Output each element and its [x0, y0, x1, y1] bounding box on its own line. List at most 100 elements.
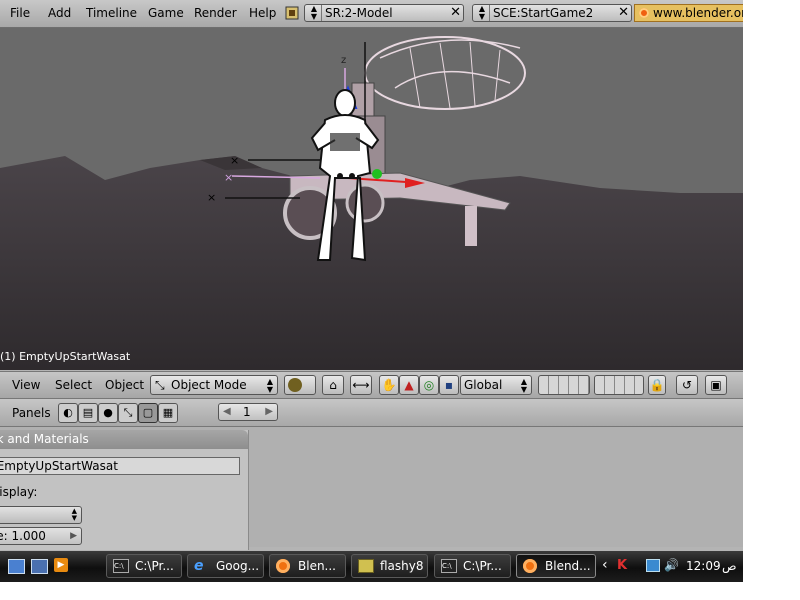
- ie-icon: e: [194, 558, 204, 574]
- 3d-view-header: View Select Object ⤡ Object Mode ▲ ▼ ⌂ ⟷ …: [0, 371, 743, 399]
- volume-icon[interactable]: 🔊: [664, 559, 679, 572]
- website-text[interactable]: www.blender.org: [653, 6, 743, 20]
- circle-icon: ◎: [423, 378, 435, 392]
- shading-context-icon[interactable]: ●: [98, 403, 118, 423]
- context-buttons: ◐ ▤ ● ⤡ ▢ ▦: [58, 403, 178, 423]
- explorer-icon[interactable]: [31, 559, 48, 574]
- translate-button[interactable]: ✋: [379, 375, 399, 395]
- z-axis-label: z: [341, 55, 346, 66]
- menu-help[interactable]: Help: [249, 6, 276, 20]
- svg-text:×: ×: [207, 191, 216, 204]
- taskbar: ▶ C:\ C:\Pr... e Goog... Blen... flashy8…: [0, 551, 743, 582]
- screen-delete-icon[interactable]: ✕: [450, 5, 461, 21]
- clock-period: ص: [722, 559, 737, 573]
- menu-select[interactable]: Select: [55, 378, 92, 392]
- blender-window: File Add Timeline Game Render Help ▲ ▼ SR…: [0, 0, 743, 582]
- scale-button[interactable]: ◎: [419, 375, 439, 395]
- manipulator-icon: ⟷: [352, 378, 370, 392]
- taskbar-item-flashy[interactable]: flashy8: [351, 554, 428, 578]
- layer-buttons-right[interactable]: [594, 375, 644, 395]
- screen-browse-icon[interactable]: ▲ ▼: [307, 5, 322, 21]
- network-icon[interactable]: [646, 559, 660, 572]
- antivirus-icon[interactable]: K: [617, 559, 631, 572]
- frame-number-field[interactable]: ◀ 1 ▶: [218, 403, 278, 421]
- square-icon: ▪: [444, 378, 454, 392]
- mode-value[interactable]: Object Mode: [171, 378, 247, 392]
- manipulator-toggle[interactable]: ⟷: [350, 375, 372, 395]
- frame-decrement-icon[interactable]: ◀: [223, 404, 231, 420]
- blender-website-link[interactable]: www.blender.org: [634, 4, 743, 22]
- main-menu-bar: File Add Timeline Game Render Help ▲ ▼ SR…: [0, 0, 743, 28]
- taskbar-item-blender-active[interactable]: Blend...: [516, 554, 596, 578]
- script-context-icon[interactable]: ▤: [78, 403, 98, 423]
- taskbar-item-blender-1[interactable]: Blen...: [269, 554, 346, 578]
- clock[interactable]: 12:09: [686, 559, 721, 573]
- object-name-field[interactable]: OB:EmptyUpStartWasat: [0, 457, 240, 475]
- triangle-icon: ▲: [404, 378, 414, 392]
- active-object-name: (1) EmptyUpStartWasat: [0, 350, 131, 363]
- cmd-icon: C:\: [113, 559, 129, 573]
- draw-type-selector[interactable]: [284, 375, 316, 395]
- menu-timeline[interactable]: Timeline: [86, 6, 137, 20]
- menu-file[interactable]: File: [10, 6, 30, 20]
- menu-view[interactable]: View: [12, 378, 40, 392]
- scene-render[interactable]: × × × z: [0, 28, 743, 370]
- scene-selector[interactable]: ▲ ▼ SCE:StartGame2 ✕: [472, 4, 632, 22]
- screen-icon[interactable]: [285, 6, 299, 20]
- scene-context-icon[interactable]: ▦: [158, 403, 178, 423]
- screen-name-input[interactable]: SR:2-Model: [325, 5, 393, 21]
- cmd-icon: C:\: [441, 559, 457, 573]
- mode-dropdown-icon: ▲ ▼: [266, 377, 273, 394]
- panels-label[interactable]: Panels: [12, 406, 51, 420]
- scene-delete-icon[interactable]: ✕: [618, 5, 629, 21]
- tray-expand-icon[interactable]: ‹: [602, 557, 608, 573]
- draw-type-dropdown-icon: ▲ ▼: [71, 507, 77, 522]
- svg-text:×: ×: [224, 171, 233, 184]
- blender-logo-icon: [639, 8, 649, 18]
- media-player-icon[interactable]: ▶: [54, 558, 68, 572]
- object-context-icon[interactable]: ⤡: [118, 403, 138, 423]
- scene-name-input[interactable]: SCE:StartGame2: [493, 5, 593, 21]
- 3d-viewport[interactable]: × × × z (1) EmptyUpStartWasat: [0, 28, 743, 370]
- menu-object[interactable]: Object: [105, 378, 144, 392]
- menu-add[interactable]: Add: [48, 6, 71, 20]
- orientation-value[interactable]: Global: [464, 378, 502, 392]
- layer-buttons-left[interactable]: [538, 375, 590, 395]
- pivot-button[interactable]: ⌂: [322, 375, 344, 395]
- keyframe-button[interactable]: ↺: [676, 375, 698, 395]
- render-icon: ▣: [710, 378, 722, 392]
- object-mode-icon: ⤡: [155, 378, 165, 392]
- size-field[interactable]: Size: 1.000 ▶: [0, 527, 82, 545]
- blender-icon: [276, 559, 290, 573]
- lock-icon: 🔒: [649, 378, 665, 392]
- menu-game[interactable]: Game: [148, 6, 184, 20]
- taskbar-item-cmd-2[interactable]: C:\ C:\Pr...: [434, 554, 511, 578]
- draw-type-icon: [288, 378, 302, 392]
- scene-browse-icon[interactable]: ▲ ▼: [475, 5, 490, 21]
- editing-context-icon[interactable]: ▢: [138, 403, 158, 423]
- hand-icon: ✋: [381, 378, 397, 392]
- orientation-dropdown-icon: ▲ ▼: [520, 377, 527, 394]
- show-desktop-icon[interactable]: [8, 559, 25, 574]
- orientation-selector[interactable]: Global ▲ ▼: [460, 375, 532, 395]
- frame-value[interactable]: 1: [243, 404, 251, 420]
- mode-selector[interactable]: ⤡ Object Mode ▲ ▼: [150, 375, 278, 395]
- draw-type-dropdown[interactable]: ▲ ▼: [0, 506, 82, 524]
- rotate-button[interactable]: ▲: [399, 375, 419, 395]
- taskbar-item-google[interactable]: e Goog...: [187, 554, 264, 578]
- taskbar-item-cmd-1[interactable]: C:\ C:\Pr...: [106, 554, 182, 578]
- lock-button[interactable]: 🔒: [648, 375, 666, 395]
- render-button[interactable]: ▣: [705, 375, 727, 395]
- screen-selector[interactable]: ▲ ▼ SR:2-Model ✕: [304, 4, 464, 22]
- loop-icon: ↺: [681, 378, 693, 392]
- scale-box-button[interactable]: ▪: [439, 375, 459, 395]
- panel-title[interactable]: Link and Materials: [0, 430, 248, 449]
- svg-text:×: ×: [230, 154, 239, 167]
- blender-icon: [523, 559, 537, 573]
- link-and-materials-panel: Link and Materials OB:EmptyUpStartWasat …: [0, 430, 249, 550]
- logic-context-icon[interactable]: ◐: [58, 403, 78, 423]
- frame-increment-icon[interactable]: ▶: [265, 404, 273, 420]
- size-increment-icon[interactable]: ▶: [70, 528, 77, 544]
- menu-render[interactable]: Render: [194, 6, 237, 20]
- display-label: Display:: [0, 485, 38, 499]
